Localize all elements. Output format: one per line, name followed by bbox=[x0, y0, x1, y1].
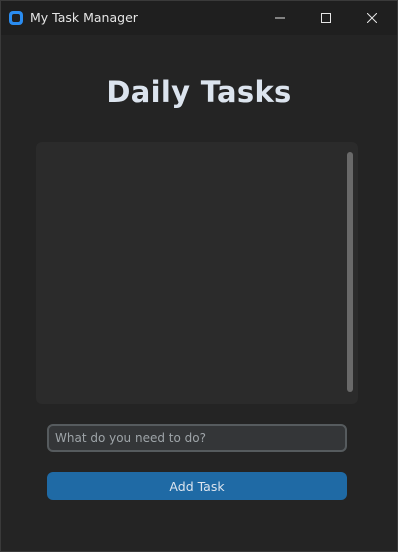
title-bar[interactable]: My Task Manager bbox=[1, 1, 397, 35]
minimize-button[interactable] bbox=[257, 1, 303, 35]
scrollbar-thumb[interactable] bbox=[347, 152, 353, 392]
app-window: My Task Manager Daily Tasks Add Task bbox=[0, 0, 398, 552]
maximize-icon bbox=[321, 13, 331, 23]
add-task-button[interactable]: Add Task bbox=[47, 472, 347, 500]
task-input[interactable] bbox=[47, 424, 347, 452]
task-list[interactable] bbox=[36, 142, 358, 404]
task-list-scrollbar[interactable] bbox=[345, 150, 355, 394]
minimize-icon bbox=[275, 17, 285, 19]
page-title: Daily Tasks bbox=[106, 75, 292, 109]
close-icon bbox=[367, 13, 377, 23]
app-icon bbox=[9, 11, 23, 25]
maximize-button[interactable] bbox=[303, 1, 349, 35]
close-button[interactable] bbox=[349, 1, 395, 35]
window-title: My Task Manager bbox=[30, 10, 138, 25]
